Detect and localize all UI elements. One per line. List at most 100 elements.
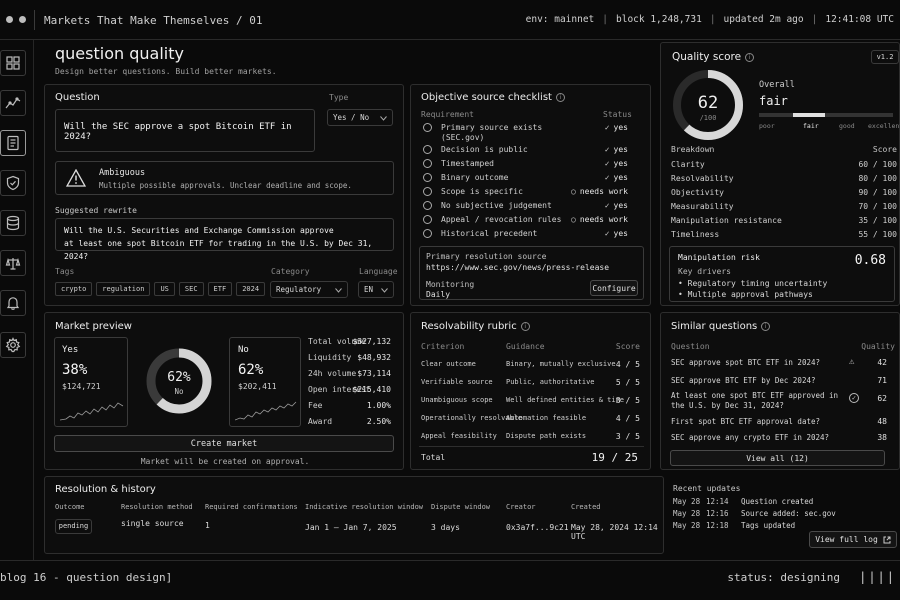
resolvability-rubric-card: Resolvability rubric i Criterion Guidance… bbox=[410, 312, 651, 470]
history-column-header: Dispute window bbox=[431, 503, 491, 511]
risk-label: Manipulation risk bbox=[678, 253, 760, 262]
similar-question[interactable]: SEC approve BTC ETF by Dec 2024? bbox=[671, 376, 816, 386]
similar-question[interactable]: First spot BTC ETF approval date? bbox=[671, 417, 820, 427]
requirement-label: Decision is public bbox=[441, 145, 528, 154]
requirement-icon bbox=[423, 201, 432, 210]
breakdown-value: 55 / 100 bbox=[858, 230, 897, 239]
separator: | bbox=[811, 14, 818, 25]
similar-question[interactable]: At least one spot BTC ETF approved in the… bbox=[671, 391, 838, 411]
tag-chip[interactable]: US bbox=[154, 282, 175, 296]
type-select[interactable]: Yes / No bbox=[327, 109, 393, 126]
warning-icon bbox=[66, 169, 86, 187]
quality-score-of: /100 bbox=[699, 114, 717, 122]
requirement-label: Timestamped bbox=[441, 159, 494, 168]
monitoring-value: Daily bbox=[426, 290, 451, 299]
stat-label: Award bbox=[308, 417, 333, 426]
question-input[interactable]: Will the SEC approve a spot Bitcoin ETF … bbox=[55, 109, 315, 152]
category-label: Category bbox=[271, 267, 310, 276]
tag-chip[interactable]: regulation bbox=[96, 282, 151, 296]
resolution-history-card: Resolution & history pending single sour… bbox=[44, 476, 664, 554]
configure-button[interactable]: Configure bbox=[590, 280, 638, 296]
info-icon[interactable]: i bbox=[555, 93, 565, 102]
yes-outcome-panel[interactable]: Yes 38% $124,721 bbox=[54, 337, 128, 427]
sidebar-item-charts[interactable] bbox=[0, 90, 26, 116]
sidebar bbox=[0, 40, 34, 560]
view-all-button[interactable]: View all (12) bbox=[670, 450, 885, 466]
stat-value: $327,132 bbox=[352, 337, 391, 346]
view-full-log-button[interactable]: View full log bbox=[809, 531, 897, 548]
creator-address[interactable]: 0x3a7f...9c21 bbox=[506, 523, 569, 532]
requirement-status: ✓ yes bbox=[604, 201, 628, 210]
rewrite-line-1: Will the U.S. Securities and Exchange Co… bbox=[64, 226, 334, 235]
rubric-score: 5 / 5 bbox=[615, 378, 640, 387]
sidebar-item-security[interactable] bbox=[0, 170, 26, 196]
tag-chip[interactable]: ETF bbox=[207, 282, 233, 296]
rubric-score: 3 / 5 bbox=[615, 396, 640, 405]
requirement-icon bbox=[423, 187, 432, 196]
yes-amount: $124,721 bbox=[62, 382, 101, 391]
stat-label: Fee bbox=[308, 401, 323, 410]
col-criterion: Criterion bbox=[421, 342, 465, 351]
circle-icon: ○ bbox=[571, 215, 576, 224]
category-select[interactable]: Regulatory bbox=[270, 281, 348, 298]
breakdown-label: Timeliness bbox=[671, 230, 720, 239]
language-select[interactable]: EN bbox=[358, 281, 394, 298]
gear-icon bbox=[5, 337, 21, 353]
separator: | bbox=[709, 14, 716, 25]
window-dot-2[interactable] bbox=[19, 16, 26, 23]
history-column-header: Required confirmations bbox=[205, 503, 298, 511]
update-text: Tags updated bbox=[741, 521, 796, 530]
breakdown-label: Breakdown bbox=[671, 145, 715, 154]
breakdown-label: Objectivity bbox=[671, 188, 724, 197]
requirement-icon bbox=[423, 159, 432, 168]
tag-chip[interactable]: 2024 bbox=[236, 282, 266, 296]
sidebar-item-alerts[interactable] bbox=[0, 290, 26, 316]
tag-chip[interactable]: SEC bbox=[178, 282, 204, 296]
sidebar-item-settings[interactable] bbox=[0, 332, 26, 358]
breakdown-value: 35 / 100 bbox=[858, 216, 897, 225]
sidebar-item-documents[interactable] bbox=[0, 130, 26, 156]
info-icon[interactable]: i bbox=[745, 53, 755, 62]
stat-value: 1.00% bbox=[366, 401, 391, 410]
quality-score-card: Quality score i v1.2 62 /100 Overall fair… bbox=[660, 42, 900, 306]
suggested-rewrite[interactable]: Will the U.S. Securities and Exchange Co… bbox=[55, 218, 394, 261]
chevron-down-icon bbox=[380, 116, 387, 121]
source-label: Primary resolution source bbox=[426, 252, 547, 261]
similar-question[interactable]: SEC approve spot BTC ETF in 2024? bbox=[671, 358, 820, 368]
similar-questions-card: Similar questions i Question Quality View… bbox=[660, 312, 900, 470]
tag-chip[interactable]: crypto bbox=[55, 282, 93, 296]
info-icon[interactable]: i bbox=[761, 322, 771, 331]
stat-value: $48,932 bbox=[357, 353, 391, 362]
breakdown-score-col: Score bbox=[872, 145, 897, 154]
no-outcome-panel[interactable]: No 62% $202,411 bbox=[229, 337, 301, 427]
source-url[interactable]: https://www.sec.gov/news/press-release bbox=[426, 263, 609, 272]
breakdown-value: 90 / 100 bbox=[858, 188, 897, 197]
sidebar-item-grid[interactable] bbox=[0, 50, 26, 76]
external-link-icon bbox=[883, 536, 891, 543]
sidebar-item-resolution[interactable] bbox=[0, 250, 26, 276]
history-column-header: Outcome bbox=[55, 503, 85, 511]
update-date: May 28 bbox=[673, 497, 701, 506]
requirement-icon bbox=[423, 215, 432, 224]
warning-icon: ⚠ bbox=[849, 357, 855, 367]
grid-icon bbox=[6, 56, 20, 70]
view-full-log-label: View full log bbox=[815, 535, 878, 544]
check-icon: ✓ bbox=[604, 201, 610, 210]
update-date: May 28 bbox=[673, 521, 701, 530]
sidebar-item-data[interactable] bbox=[0, 210, 26, 236]
update-date: May 28 bbox=[673, 509, 701, 518]
status-strip: env: mainnet | block 1,248,731 | updated… bbox=[526, 14, 894, 25]
app-title: Markets That Make Themselves / 01 bbox=[44, 14, 263, 27]
manipulation-risk-box: Manipulation risk 0.68 Key drivers • Reg… bbox=[669, 246, 895, 302]
footer-bars: |||| bbox=[859, 570, 896, 584]
version-badge: v1.2 bbox=[871, 50, 899, 64]
similar-quality: 62 bbox=[877, 394, 887, 403]
similar-question[interactable]: SEC approve any crypto ETF in 2024? bbox=[671, 433, 829, 443]
quality-score-value: 62 bbox=[697, 93, 719, 113]
tags-label: Tags bbox=[55, 267, 75, 276]
info-icon[interactable]: i bbox=[520, 322, 530, 331]
clock-label: 12:41:08 UTC bbox=[825, 14, 894, 25]
window-dot-1[interactable] bbox=[6, 16, 13, 23]
donut-percent: 62% bbox=[167, 370, 191, 385]
create-market-button[interactable]: Create market bbox=[54, 435, 394, 452]
